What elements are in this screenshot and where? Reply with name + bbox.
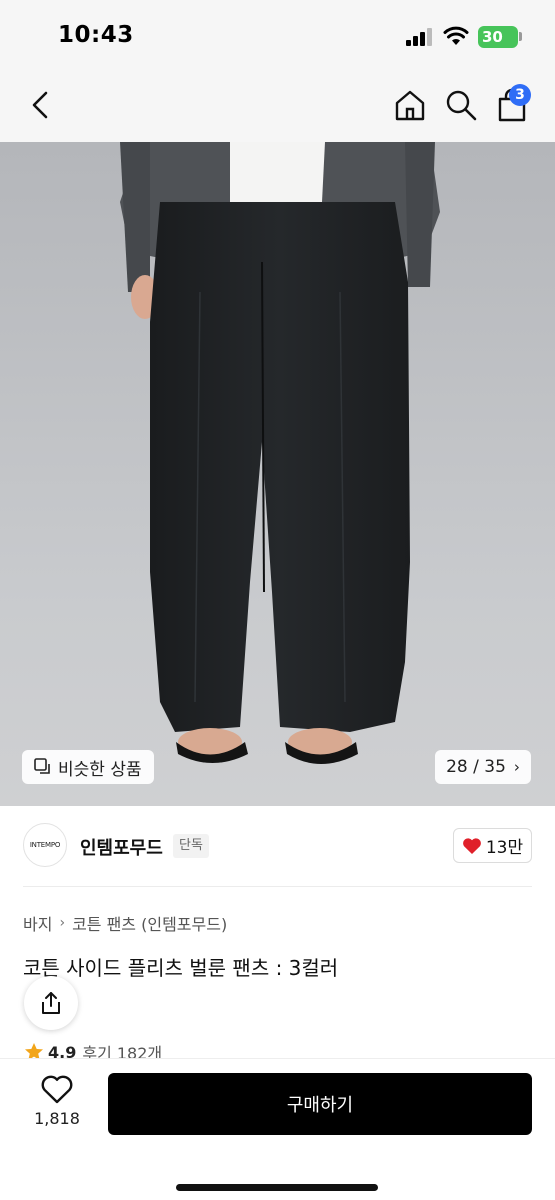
nav-bar: 3 — [0, 70, 555, 142]
similar-items-button[interactable]: 비슷한 상품 — [22, 750, 154, 784]
home-icon[interactable] — [392, 87, 428, 123]
bottom-action-bar: 1,818 구매하기 — [0, 1058, 555, 1200]
battery-nub — [519, 32, 522, 41]
battery-indicator: 30 — [478, 26, 518, 48]
home-indicator — [176, 1184, 378, 1191]
chevron-right-icon: › — [513, 758, 520, 776]
status-bar: 10:43 30 — [0, 0, 555, 70]
brand-logo-text: INTEMPO — [29, 841, 61, 849]
battery-level: 30 — [482, 28, 503, 46]
chevron-right-icon: › — [59, 915, 66, 931]
divider — [23, 886, 532, 887]
breadcrumb-item[interactable]: 코튼 팬츠 (인템포무드) — [72, 911, 227, 935]
similar-items-label: 비슷한 상품 — [58, 759, 142, 780]
brand-name[interactable]: 인템포무드 — [80, 834, 163, 860]
photo-counter-text: 28 / 35 — [446, 757, 506, 777]
status-time: 10:43 — [58, 22, 134, 48]
brand-row: INTEMPO 인템포무드 단독 13만 — [0, 806, 555, 886]
heart-icon — [462, 837, 481, 854]
brand-like-button[interactable]: 13만 — [453, 828, 532, 863]
share-icon — [42, 992, 60, 1014]
buy-button-label: 구매하기 — [286, 1095, 354, 1116]
heart-icon[interactable] — [40, 1075, 74, 1105]
product-image[interactable]: 비슷한 상품 28 / 35 › — [0, 142, 555, 806]
share-button[interactable] — [24, 976, 78, 1030]
similar-items-icon — [34, 758, 50, 774]
wish-count: 1,818 — [34, 1109, 80, 1128]
buy-button[interactable]: 구매하기 — [108, 1073, 532, 1135]
brand-like-count: 13만 — [485, 838, 524, 858]
breadcrumb: 바지 › 코튼 팬츠 (인템포무드) — [23, 911, 227, 935]
wifi-icon — [443, 26, 469, 45]
product-title: 코튼 사이드 플리츠 벌룬 팬츠 : 3컬러 — [23, 956, 339, 980]
product-photo — [0, 142, 555, 806]
photo-counter-button[interactable]: 28 / 35 › — [435, 750, 531, 784]
cart-count-badge: 3 — [509, 84, 531, 106]
exclusive-badge: 단독 — [173, 834, 209, 858]
cellular-signal-icon — [406, 28, 432, 46]
search-icon[interactable] — [443, 87, 479, 123]
brand-logo[interactable]: INTEMPO — [23, 823, 67, 867]
back-icon[interactable] — [28, 90, 54, 120]
breadcrumb-item[interactable]: 바지 — [23, 911, 52, 935]
